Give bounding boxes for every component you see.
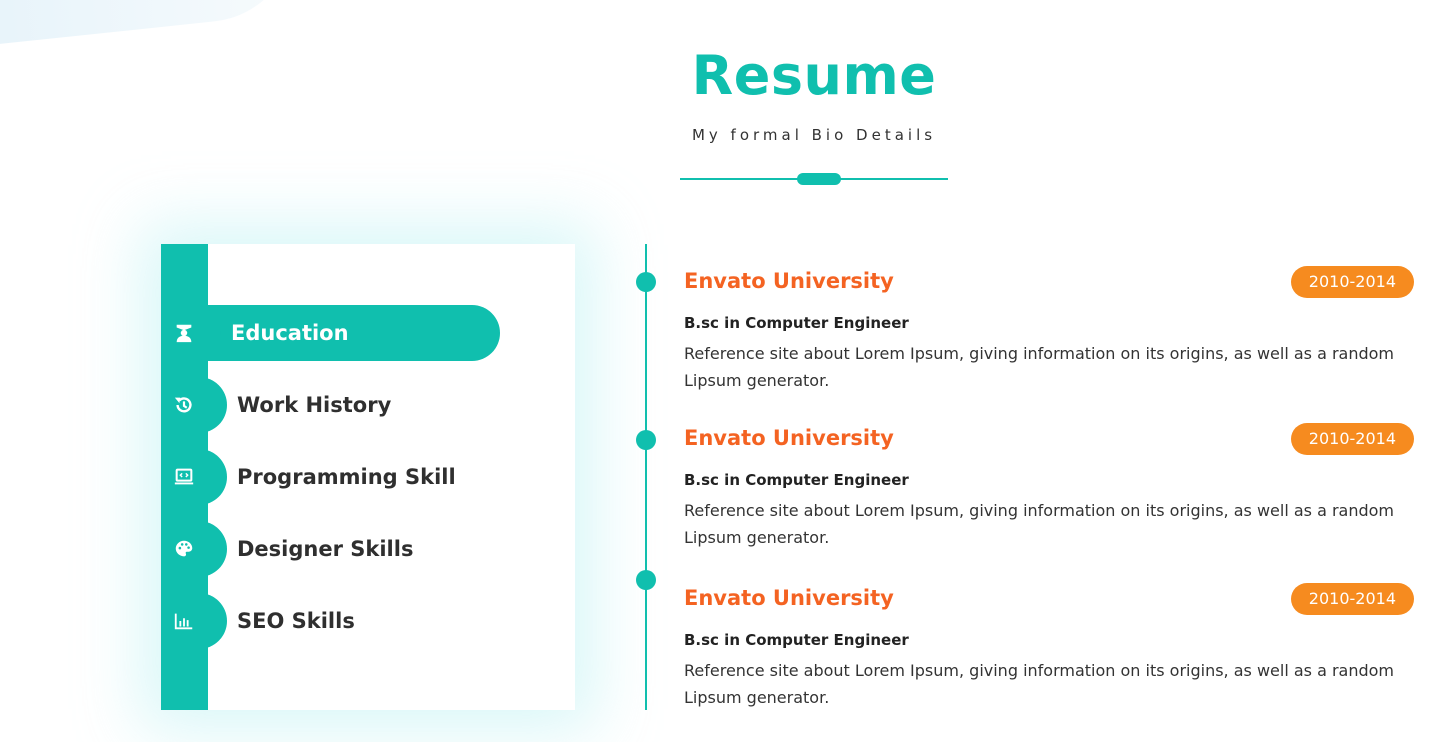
entry-description: Reference site about Lorem Ipsum, giving… (684, 661, 1395, 707)
page-title: Resume (691, 44, 937, 107)
title-divider-pill (797, 173, 841, 185)
entry-description: Reference site about Lorem Ipsum, giving… (684, 501, 1395, 547)
tab-programming-skill-label: Programming Skill (237, 465, 456, 489)
tab-education[interactable]: Education (161, 305, 500, 361)
laptop-code-icon (161, 449, 227, 505)
resume-tabs-card: Education Work History Programming Skill… (161, 244, 575, 710)
tab-education-label: Education (231, 321, 349, 345)
timeline-dot (636, 272, 656, 292)
entry-degree: B.sc in Computer Engineer (684, 631, 909, 649)
year-badge: 2010-2014 (1290, 583, 1414, 615)
tab-programming-skill[interactable]: Programming Skill (161, 449, 456, 505)
tab-designer-skills[interactable]: Designer Skills (161, 521, 413, 577)
year-badge: 2010-2014 (1290, 423, 1414, 455)
tab-work-history[interactable]: Work History (161, 377, 391, 433)
page-subtitle: My formal Bio Details (691, 126, 937, 144)
entry-degree: B.sc in Computer Engineer (684, 314, 909, 332)
history-icon (161, 377, 227, 433)
year-badge: 2010-2014 (1290, 266, 1414, 298)
timeline-entry: Envato University 2010-2014 B.sc in Comp… (684, 583, 1414, 711)
timeline-line (645, 244, 647, 710)
graduate-icon (161, 305, 221, 361)
entry-degree: B.sc in Computer Engineer (684, 471, 909, 489)
timeline-entry: Envato University 2010-2014 B.sc in Comp… (684, 266, 1414, 394)
timeline-entry: Envato University 2010-2014 B.sc in Comp… (684, 423, 1414, 551)
tab-designer-skills-label: Designer Skills (237, 537, 414, 561)
decorative-corner-shape (0, 0, 304, 48)
timeline-dot (636, 570, 656, 590)
palette-icon (161, 521, 227, 577)
tab-seo-skills[interactable]: SEO Skills (161, 593, 355, 649)
tab-seo-skills-label: SEO Skills (237, 609, 355, 633)
timeline-dot (636, 430, 656, 450)
bar-chart-icon (161, 593, 227, 649)
tab-work-history-label: Work History (237, 393, 392, 417)
entry-description: Reference site about Lorem Ipsum, giving… (684, 344, 1395, 390)
